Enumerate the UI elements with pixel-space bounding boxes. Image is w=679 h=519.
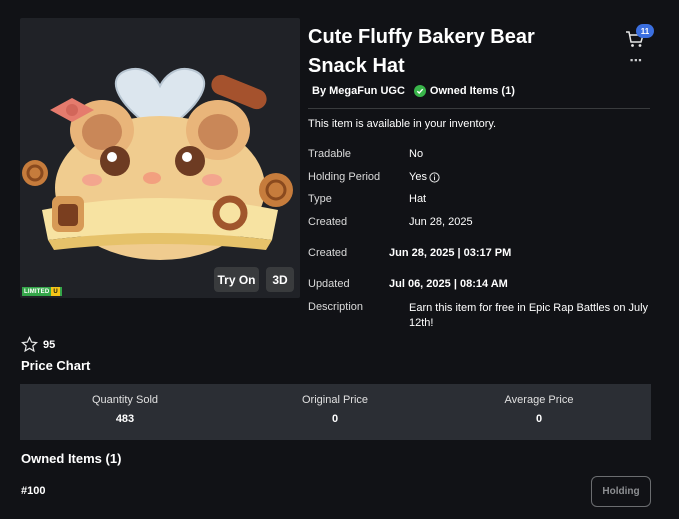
favorite-count: 95 bbox=[43, 338, 56, 351]
stat-value: 0 bbox=[535, 413, 543, 425]
limited-u-badge: LIMITED U bbox=[22, 287, 62, 296]
star-icon[interactable] bbox=[21, 336, 38, 353]
cart-count-badge: 11 bbox=[636, 24, 654, 38]
stat-value: 483 bbox=[115, 413, 135, 425]
more-dots-icon[interactable]: ▪▪▪ bbox=[630, 56, 643, 65]
detail-label: Created bbox=[308, 247, 348, 259]
detail-label: Created bbox=[308, 216, 348, 228]
detail-value: Jun 28, 2025 bbox=[409, 216, 473, 228]
detail-label: Tradable bbox=[308, 148, 352, 160]
view-3d-button[interactable]: 3D bbox=[266, 267, 294, 292]
detail-value: Yes bbox=[409, 171, 427, 183]
item-thumbnail: LIMITED U Try On 3D bbox=[20, 18, 300, 298]
holding-button[interactable]: Holding bbox=[591, 476, 651, 507]
limited-u-label: U bbox=[51, 287, 60, 296]
detail-label: Type bbox=[308, 193, 332, 205]
detail-value: Jul 06, 2025 | 08:14 AM bbox=[389, 278, 508, 290]
owned-items-heading: Owned Items (1) bbox=[21, 451, 122, 466]
item-title: Cute Fluffy Bakery Bear Snack Hat bbox=[308, 26, 535, 77]
stat-original-price: Original Price 0 bbox=[230, 384, 440, 425]
stat-quantity-sold: Quantity Sold 483 bbox=[20, 384, 230, 425]
detail-label: Holding Period bbox=[308, 171, 381, 183]
owned-check-icon bbox=[413, 85, 426, 97]
detail-value: Jun 28, 2025 | 03:17 PM bbox=[389, 247, 512, 259]
price-stats-panel: Quantity Sold 483 Original Price 0 Avera… bbox=[20, 384, 651, 440]
stat-average-price: Average Price 0 bbox=[434, 384, 644, 425]
byline: By MegaFun UGC Owned Items (1) bbox=[312, 85, 515, 97]
price-chart-heading: Price Chart bbox=[21, 358, 91, 373]
bakery-bear-hat-image bbox=[22, 67, 293, 260]
info-icon[interactable] bbox=[429, 172, 440, 183]
owned-items-label[interactable]: Owned Items (1) bbox=[430, 85, 515, 97]
stat-label: Quantity Sold bbox=[91, 394, 159, 406]
title-divider bbox=[308, 108, 650, 109]
stat-label: Original Price bbox=[301, 394, 369, 406]
detail-label: Description bbox=[308, 301, 364, 313]
stat-label: Average Price bbox=[504, 394, 574, 406]
stat-value: 0 bbox=[331, 413, 339, 425]
description-text: Earn this item for free in Epic Rap Batt… bbox=[409, 302, 649, 329]
limited-label: LIMITED bbox=[24, 288, 50, 295]
detail-value: Hat bbox=[409, 193, 427, 205]
try-on-button[interactable]: Try On bbox=[214, 267, 259, 292]
detail-value: No bbox=[409, 148, 424, 160]
favorite-row: 95 bbox=[21, 336, 55, 353]
availability-text: This item is available in your inventory… bbox=[308, 118, 497, 130]
creator-link[interactable]: By MegaFun UGC bbox=[312, 85, 405, 97]
serial-number: #100 bbox=[21, 485, 46, 497]
detail-label: Updated bbox=[308, 278, 350, 290]
